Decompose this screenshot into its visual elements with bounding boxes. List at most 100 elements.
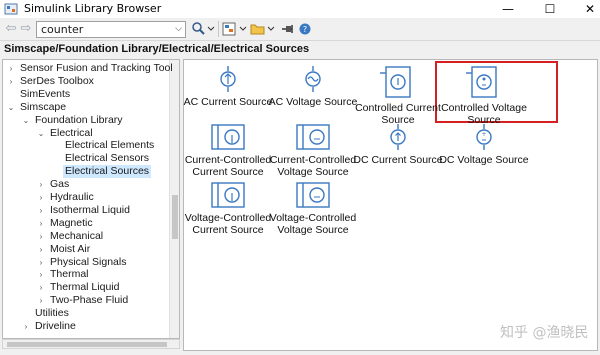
expand-chevron-icon[interactable]: ›: [36, 191, 46, 204]
tree-item-simscape[interactable]: ⌄ Simscape: [3, 101, 169, 114]
tree-item-label: Moist Air: [50, 242, 91, 255]
tree-item-label: Sensor Fusion and Tracking Tool: [20, 62, 173, 74]
expand-chevron-icon[interactable]: ›: [36, 294, 46, 307]
expand-chevron-icon[interactable]: ›: [36, 281, 46, 294]
block-label: Current-Controlled: [184, 154, 272, 166]
tree-item-electrical[interactable]: ⌄ Electrical: [3, 127, 169, 140]
tree-item-foundation-library[interactable]: ⌄ Foundation Library: [3, 114, 169, 127]
tree-item-label: Electrical Sources: [63, 165, 152, 179]
tree-item-electrical-sources[interactable]: Electrical Sources: [3, 165, 169, 179]
block-label: AC Current Source: [183, 96, 273, 108]
tree-item-label: Mechanical: [50, 229, 104, 242]
voltage-controlled-voltage-source-block[interactable]: Voltage-Controlled Voltage Source: [267, 181, 359, 236]
search-dropdown-icon[interactable]: ⌵: [175, 22, 182, 37]
dc-current-icon: [352, 123, 444, 151]
breadcrumb: Simscape/Foundation Library/Electrical/E…: [0, 40, 600, 58]
tree-item-hydraulic[interactable]: › Hydraulic: [3, 191, 169, 204]
dc-voltage-icon: +: [438, 123, 530, 151]
tree-item-label: Physical Signals: [50, 255, 127, 268]
expand-chevron-icon[interactable]: ›: [36, 243, 46, 256]
tree-item-label: SerDes Toolbox: [20, 74, 94, 87]
tree-item-two-phase-fluid[interactable]: › Two-Phase Fluid: [3, 294, 169, 307]
expand-chevron-icon[interactable]: ›: [36, 217, 46, 230]
search-input[interactable]: counter ⌵: [36, 21, 186, 38]
tree-item-mechanical[interactable]: › Mechanical: [3, 230, 169, 243]
tree-item-electrical-sensors[interactable]: Electrical Sensors: [3, 152, 169, 165]
svg-text:?: ?: [303, 25, 307, 34]
watermark: 知乎 @渔晓民: [500, 325, 589, 341]
tree-item-label: Electrical Elements: [65, 139, 155, 152]
title-bar: Simulink Library Browser — ☐ ✕: [0, 0, 600, 18]
tree-hscroll-thumb[interactable]: [7, 342, 167, 347]
library-tree[interactable]: › Sensor Fusion and Tracking Tool › SerDes …: [2, 59, 180, 339]
ac-current-source-block[interactable]: AC Current Source: [182, 65, 274, 108]
controlled-current-icon: [352, 65, 444, 99]
tree-item-label: Hydraulic: [50, 191, 94, 203]
forward-arrow-icon[interactable]: ⇨: [19, 22, 33, 36]
collapse-chevron-icon[interactable]: ⌄: [6, 101, 16, 114]
controlled-voltage-source-block[interactable]: Controlled Voltage Source: [438, 65, 530, 126]
tree-item-thermal-liquid[interactable]: › Thermal Liquid: [3, 281, 169, 294]
tree-item-driveline[interactable]: › Driveline: [3, 320, 169, 333]
tree-item-label: Electrical: [50, 126, 93, 139]
expand-chevron-icon[interactable]: ›: [21, 320, 31, 333]
expand-chevron-icon[interactable]: ›: [36, 268, 46, 281]
window-title: Simulink Library Browser: [24, 2, 162, 15]
tree-item-thermal[interactable]: › Thermal: [3, 268, 169, 281]
open-folder-icon[interactable]: [250, 20, 276, 38]
current-controlled-voltage-source-block[interactable]: Current-Controlled Voltage Source: [267, 123, 359, 178]
back-arrow-icon[interactable]: ⇦: [4, 22, 18, 36]
expand-chevron-icon[interactable]: ›: [6, 62, 16, 75]
expand-chevron-icon[interactable]: ›: [36, 178, 46, 191]
tree-vertical-scrollbar[interactable]: [169, 60, 179, 338]
new-model-icon[interactable]: [222, 20, 248, 38]
voltage-controlled-current-source-block[interactable]: Voltage-Controlled Current Source: [182, 181, 274, 236]
collapse-chevron-icon[interactable]: ⌄: [21, 114, 31, 127]
controlled-current-source-block[interactable]: Controlled Current Source: [352, 65, 444, 126]
block-label: Current-Controlled: [269, 154, 357, 166]
tree-item-moist-air[interactable]: › Moist Air: [3, 243, 169, 256]
tree-item-label: Thermal: [50, 268, 89, 281]
library-browser-window: Simulink Library Browser — ☐ ✕ ⇦ ⇨ count…: [0, 0, 600, 355]
tree-horizontal-scrollbar[interactable]: [2, 339, 180, 349]
block-label-line2: Voltage Source: [277, 224, 349, 236]
tree-item-physical-signals[interactable]: › Physical Signals: [3, 256, 169, 269]
tree-item-electrical-elements[interactable]: Electrical Elements: [3, 139, 169, 152]
tree-item-label: Gas: [50, 178, 70, 191]
tree-item-simevents[interactable]: SimEvents: [3, 88, 169, 101]
ccvs-icon: [267, 123, 359, 151]
toolbar: ⇦ ⇨ counter ⌵ ?: [0, 18, 600, 40]
tree-item-label: Foundation Library: [35, 113, 123, 126]
tree-item-sensor-fusion-and-tracking-tool[interactable]: › Sensor Fusion and Tracking Tool: [3, 62, 173, 75]
tree-scroll-thumb[interactable]: [172, 195, 178, 239]
close-button[interactable]: ✕: [570, 0, 600, 18]
toolbar-separator: [218, 21, 219, 37]
tree-item-magnetic[interactable]: › Magnetic: [3, 217, 169, 230]
minimize-button[interactable]: —: [488, 0, 528, 18]
maximize-button[interactable]: ☐: [530, 0, 570, 18]
svg-text:+: +: [481, 131, 486, 138]
expand-chevron-icon[interactable]: ›: [6, 75, 16, 88]
tree-item-label: Thermal Liquid: [50, 281, 120, 294]
expand-chevron-icon[interactable]: ›: [36, 204, 46, 217]
help-icon[interactable]: ?: [298, 20, 312, 38]
current-controlled-current-source-block[interactable]: Current-Controlled Current Source: [182, 123, 274, 178]
search-options-icon[interactable]: [191, 20, 215, 38]
dc-voltage-source-block[interactable]: + DC Voltage Source: [438, 123, 530, 166]
block-label-line2: Current Source: [192, 224, 264, 236]
tree-item-label: Driveline: [35, 320, 76, 332]
collapse-chevron-icon[interactable]: ⌄: [36, 127, 46, 140]
ac-current-icon: [182, 65, 274, 93]
tree-item-isothermal-liquid[interactable]: › Isothermal Liquid: [3, 204, 169, 217]
expand-chevron-icon[interactable]: ›: [36, 256, 46, 269]
expand-chevron-icon[interactable]: ›: [36, 230, 46, 243]
tree-item-utilities[interactable]: Utilities: [3, 307, 169, 320]
search-input-value: counter: [41, 23, 84, 36]
dc-current-source-block[interactable]: DC Current Source: [352, 123, 444, 166]
block-label: AC Voltage Source: [268, 96, 358, 108]
tree-item-gas[interactable]: › Gas: [3, 178, 169, 191]
block-label-line2: Voltage Source: [277, 166, 349, 178]
tree-item-serdes-toolbox[interactable]: › SerDes Toolbox: [3, 75, 169, 88]
ac-voltage-source-block[interactable]: AC Voltage Source: [267, 65, 359, 108]
pin-icon[interactable]: [280, 20, 294, 38]
